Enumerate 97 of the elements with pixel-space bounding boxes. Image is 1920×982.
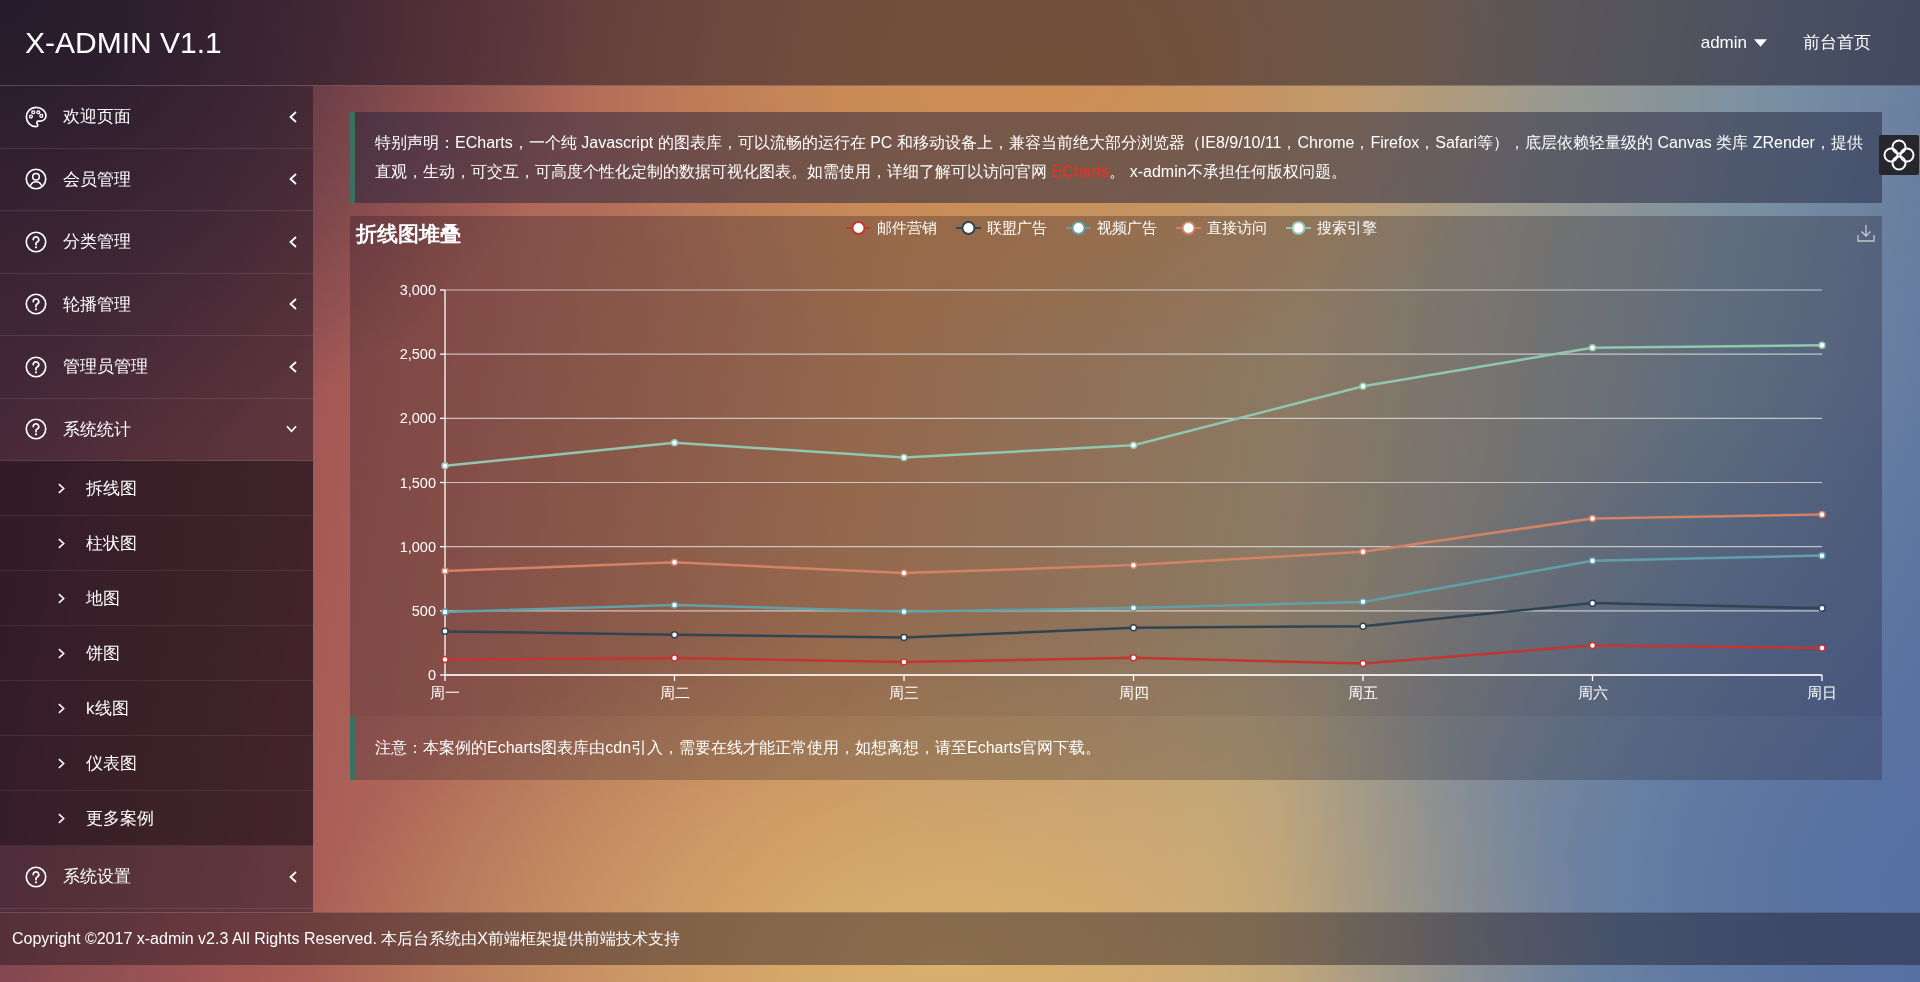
sidebar-item[interactable]: 系统设置 bbox=[0, 846, 313, 909]
data-point bbox=[1588, 514, 1597, 523]
y-tick-label: 3,000 bbox=[399, 282, 436, 298]
data-point bbox=[1588, 641, 1597, 650]
submenu-item[interactable]: 柱状图 bbox=[0, 516, 313, 571]
data-point bbox=[1359, 622, 1367, 630]
data-point bbox=[900, 453, 908, 462]
data-point bbox=[441, 462, 449, 470]
y-tick-label: 1,000 bbox=[399, 538, 436, 555]
data-point bbox=[1588, 344, 1597, 352]
question-circle-icon bbox=[25, 865, 47, 888]
legend-item[interactable]: 视频广告 bbox=[1065, 220, 1157, 236]
y-tick-label: 2,000 bbox=[399, 410, 436, 427]
x-tick-label: 周一 bbox=[430, 685, 460, 701]
data-point bbox=[1359, 659, 1367, 668]
sidebar-item[interactable]: 系统统计 bbox=[0, 398, 313, 461]
y-tick-label: 0 bbox=[427, 667, 436, 683]
question-circle-icon bbox=[25, 355, 47, 378]
chevron-right-icon bbox=[58, 812, 65, 824]
submenu-item[interactable]: 仪表图 bbox=[0, 736, 313, 791]
question-circle-icon bbox=[25, 293, 47, 316]
data-point bbox=[670, 630, 679, 639]
sidebar-item[interactable]: 轮播管理 bbox=[0, 273, 313, 336]
home-link[interactable]: 前台首页 bbox=[1803, 31, 1871, 54]
data-point bbox=[900, 608, 908, 616]
legend-item[interactable]: 搜索引擎 bbox=[1285, 220, 1377, 236]
data-point bbox=[900, 633, 908, 642]
legend-label: 邮件营销 bbox=[877, 220, 937, 236]
legend-item[interactable]: 直接访问 bbox=[1175, 220, 1267, 236]
data-point bbox=[1818, 644, 1826, 652]
user-circle-icon bbox=[25, 168, 47, 191]
notice-text: 特别声明：ECharts，一个纯 Javascript 的图表库，可以流畅的运行在 PC 和移动设备上，兼容当前绝大部分浏览器（IE8/9/10/11，Chrome，Firefox，Safari等），底层依赖轻量级的 Canvas 类库 ZRender，提供直观，生动，可交互，可高度个性化定制的数据可视化图表。如需使用，详细了解可以访问官网 ECharts。 x-admin不承担任何版权问题。 bbox=[375, 133, 1864, 182]
data-point bbox=[1818, 510, 1826, 519]
y-tick-label: 1,500 bbox=[399, 474, 436, 491]
legend-item[interactable]: 邮件营销 bbox=[845, 220, 937, 236]
submenu-item[interactable]: 拆线图 bbox=[0, 461, 313, 516]
data-point bbox=[1129, 604, 1138, 612]
chevron-right-icon bbox=[58, 592, 65, 604]
submenu-item[interactable]: 地图 bbox=[0, 571, 313, 626]
legend-item[interactable]: 联盟广告 bbox=[955, 220, 1047, 236]
download-icon[interactable] bbox=[1858, 225, 1874, 241]
data-point bbox=[1129, 654, 1138, 662]
legend-label: 联盟广告 bbox=[987, 220, 1047, 236]
user-menu[interactable]: admin bbox=[1700, 32, 1767, 53]
sidebar-item[interactable]: 欢迎页面 bbox=[0, 86, 313, 149]
x-tick-label: 周五 bbox=[1348, 685, 1378, 701]
data-point bbox=[1129, 624, 1138, 632]
x-tick-label: 周三 bbox=[889, 685, 919, 701]
submenu-item[interactable]: 更多案例 bbox=[0, 791, 313, 846]
copyright-text: Copyright ©2017 x-admin v2.3 All Rights Reserved. 本后台系统由X前端框架提供前端技术支持 bbox=[12, 928, 680, 949]
legend-label: 视频广告 bbox=[1097, 220, 1157, 236]
sidebar-item[interactable]: 管理员管理 bbox=[0, 336, 313, 399]
chevron-right-icon bbox=[58, 647, 65, 659]
data-point bbox=[441, 567, 449, 575]
chart-title: 折线图堆叠 bbox=[356, 222, 461, 245]
data-point bbox=[670, 438, 679, 447]
data-point bbox=[670, 558, 679, 567]
data-point bbox=[1818, 604, 1826, 612]
question-circle-icon bbox=[25, 418, 47, 441]
y-tick-label: 2,500 bbox=[399, 346, 436, 363]
data-point bbox=[1359, 598, 1367, 606]
data-point bbox=[1818, 551, 1826, 560]
sidebar-item[interactable]: 分类管理 bbox=[0, 211, 313, 274]
note-text: 注意：本案例的Echarts图表库由cdn引入，需要在线才能正常使用，如想离想，请至Echarts官网下载。 bbox=[375, 737, 1102, 758]
data-point bbox=[670, 601, 679, 609]
data-point bbox=[441, 627, 449, 636]
data-point bbox=[1359, 382, 1367, 390]
data-point bbox=[441, 655, 449, 664]
x-tick-label: 周四 bbox=[1118, 685, 1149, 701]
data-point bbox=[670, 654, 679, 662]
legend-label: 搜索引擎 bbox=[1317, 220, 1377, 236]
data-point bbox=[441, 608, 449, 616]
app-title: X-ADMIN V1.1 bbox=[25, 25, 222, 60]
chevron-right-icon bbox=[58, 537, 65, 549]
data-point bbox=[1588, 599, 1597, 607]
y-tick-label: 500 bbox=[411, 602, 436, 619]
data-point bbox=[1129, 441, 1138, 450]
sidebar-item[interactable]: 会员管理 bbox=[0, 148, 313, 211]
data-point bbox=[1818, 341, 1826, 349]
x-tick-label: 周六 bbox=[1577, 685, 1608, 701]
palette-icon bbox=[25, 105, 47, 128]
chevron-right-icon bbox=[58, 482, 65, 494]
data-point bbox=[1588, 557, 1597, 565]
data-point bbox=[900, 658, 908, 666]
x-tick-label: 周日 bbox=[1807, 685, 1837, 701]
clover-icon[interactable] bbox=[1879, 135, 1919, 175]
submenu-item[interactable]: k线图 bbox=[0, 681, 313, 736]
chevron-right-icon bbox=[58, 757, 65, 769]
question-circle-icon bbox=[25, 230, 47, 253]
chevron-right-icon bbox=[58, 702, 65, 714]
legend-label: 直接访问 bbox=[1207, 220, 1267, 236]
data-point bbox=[1359, 548, 1367, 556]
data-point bbox=[900, 569, 908, 577]
data-point bbox=[1129, 561, 1138, 569]
x-tick-label: 周二 bbox=[659, 685, 690, 701]
caret-icon bbox=[1754, 38, 1767, 47]
submenu-item[interactable]: 饼图 bbox=[0, 626, 313, 681]
